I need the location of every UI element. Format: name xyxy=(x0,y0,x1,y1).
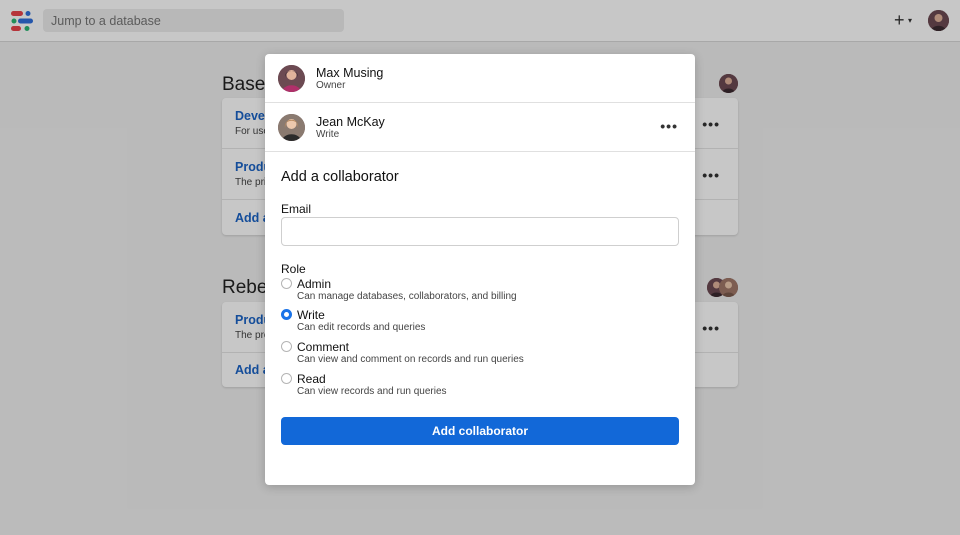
role-option-description: Can edit records and queries xyxy=(297,322,426,333)
collaborator-role: Write xyxy=(316,129,340,140)
role-option-read[interactable]: Read Can view records and run queries xyxy=(281,372,679,402)
role-option-title: Read xyxy=(297,372,326,386)
collaborator-role: Owner xyxy=(316,80,346,91)
role-option-description: Can view records and run queries xyxy=(297,386,447,397)
collaborator-name: Max Musing xyxy=(316,66,384,80)
collaborators-modal: Max Musing Owner Jean McKay Write ••• Ad… xyxy=(265,54,695,485)
role-option-write[interactable]: Write Can edit records and queries xyxy=(281,308,679,338)
role-radio-comment[interactable] xyxy=(281,341,292,352)
role-option-title: Admin xyxy=(297,277,332,291)
role-radio-write[interactable] xyxy=(281,309,292,320)
collaborator-name: Jean McKay xyxy=(316,115,385,129)
add-collaborator-button[interactable]: Add collaborator xyxy=(281,417,679,445)
role-label: Role xyxy=(281,262,306,276)
role-option-description: Can manage databases, collaborators, and… xyxy=(297,291,517,302)
role-radio-admin[interactable] xyxy=(281,278,292,289)
email-label: Email xyxy=(281,202,312,216)
role-radio-read[interactable] xyxy=(281,373,292,384)
role-option-admin[interactable]: Admin Can manage databases, collaborator… xyxy=(281,277,679,307)
role-option-title: Write xyxy=(297,308,325,322)
role-option-comment[interactable]: Comment Can view and comment on records … xyxy=(281,340,679,370)
role-option-title: Comment xyxy=(297,340,350,354)
collaborator-avatar xyxy=(278,65,305,92)
role-option-description: Can view and comment on records and run … xyxy=(297,354,524,365)
modal-title: Add a collaborator xyxy=(281,169,399,185)
collaborator-row: Jean McKay Write ••• xyxy=(265,103,695,152)
collaborator-avatar xyxy=(278,114,305,141)
more-options-icon[interactable]: ••• xyxy=(660,118,678,134)
collaborator-row: Max Musing Owner xyxy=(265,54,695,103)
email-field[interactable] xyxy=(281,217,679,246)
